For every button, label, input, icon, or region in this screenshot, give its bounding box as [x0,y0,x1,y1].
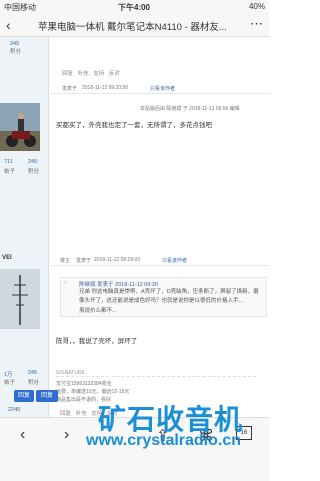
forum-page: 245 积分 711 帖子 245 积分 VEI 1万 帖子 245 积分 22… [0,37,269,417]
floor-label: 楼主 [60,258,71,264]
user1-points: 245 [28,159,38,165]
quote-mark-icon: “ [64,280,68,291]
signature-line: 支付宝15963132384收全 [56,381,112,387]
bottom-points: 2245 [8,407,21,413]
support-link[interactable]: 支持 [93,71,104,77]
post-header: 发表于 2018-11-12 09:20:50 只看该作者 [50,83,269,94]
user1-points-label: 积分 [28,169,40,175]
ellipsis-icon[interactable]: ⋯ [250,16,263,32]
post-time-tag: 发表于 [76,258,92,264]
avatar[interactable] [0,269,40,329]
only-author-link[interactable]: 只看该作者 [150,85,175,92]
quote-text: 兄弟 你这电脑真是惨啊，A壳坏了，D壳缺角，压条断了，屏裂了换新，摄像头坏了，这… [79,289,259,304]
chevron-left-icon[interactable]: ‹ [6,17,11,33]
sidebar-top-stats: 245 积分 [0,41,48,55]
top-points-label: 积分 [10,49,22,55]
avatar[interactable] [0,103,40,151]
clock: 下午4:00 [118,3,151,12]
post-time: 2018-11-12 09:29:03 [94,257,141,263]
user2-posts-label: 帖子 [4,380,16,386]
quote-block: 陈继斌 发表于 2018-11-12 09:20 兄弟 你这电脑真是惨啊，A壳坏… [60,277,267,317]
reply-button[interactable]: 回复 [14,390,34,402]
only-author-link[interactable]: 只看该作者 [162,257,187,264]
status-bar: 中国移动 下午4:00 40% [0,0,269,14]
post-time: 2018-11-12 09:20:50 [82,85,129,91]
post-content: 陈哥，，我说了壳坏，屏坏了 [56,338,138,345]
post-time-tag: 发表于 [62,86,78,92]
user1-posts: 711 [4,159,13,165]
reply-link[interactable]: 回复 [62,71,73,77]
quote-text-more: 虽说价么都不... [79,308,117,314]
battery-level: 40% [248,2,265,11]
post-reply-button[interactable]: 回复 [36,390,58,402]
carrier-label: 中国移动 [4,3,36,12]
back-icon[interactable]: ‹ [20,426,25,444]
title-bar: ‹ 苹果电脑一体机 戴尔笔记本N4110 - 器材友... ⋯ [0,14,269,37]
signature-line: 运费，单编送10元，偏远12-15元 [56,389,130,395]
supplement-link[interactable]: 补充 [78,71,89,77]
user-sidebar: 245 积分 711 帖子 245 积分 VEI 1万 帖子 245 积分 22… [0,37,49,417]
user2-points: 245 [28,370,38,376]
edit-note: 本帖最后由 陈继斌 于 2018-11-12 09:56 编辑 [140,106,240,112]
signature-divider: SIGNATURE [56,370,256,377]
post-content: 买都买了，外壳我也定了一套，无所谓了，多花点钱吧 [56,122,212,129]
user2-posts: 1万 [4,372,13,378]
forward-icon[interactable]: › [64,426,69,444]
prev-post-actions: 回复 补充 支持 反对 [62,69,120,77]
watermark-url: www.crystalradio.cn [86,432,242,449]
user2-points-label: 积分 [28,380,40,386]
user1-posts-label: 帖子 [4,169,16,175]
post-header: 楼主 发表于 2018-11-12 09:29:03 只看该作者 [50,255,269,266]
user2-name[interactable]: VEI [0,255,50,261]
page-title: 苹果电脑一体机 戴尔笔记本N4110 - 器材友... [38,22,227,33]
oppose-link[interactable]: 反对 [109,71,120,77]
quote-author[interactable]: 陈继斌 发表于 2018-11-12 09:20 [79,280,158,288]
